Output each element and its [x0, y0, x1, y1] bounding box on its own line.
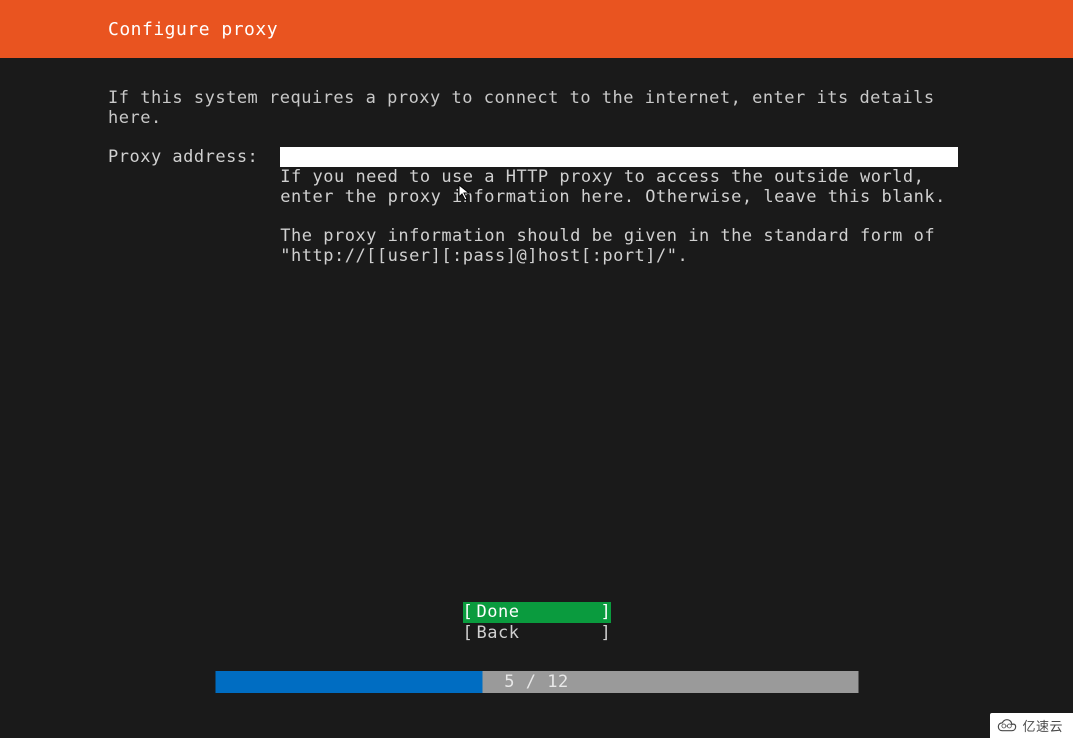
progress-text: 5 / 12 [504, 672, 568, 692]
watermark-text: 亿速云 [1022, 716, 1063, 735]
back-button[interactable]: [ Back ] [463, 623, 611, 643]
progress-bar: 5 / 12 [215, 671, 858, 693]
watermark: 亿速云 [990, 713, 1073, 738]
content-area: If this system requires a proxy to conne… [0, 58, 1073, 266]
proxy-field-right: If you need to use a HTTP proxy to acces… [280, 147, 965, 267]
proxy-help-text-2: The proxy information should be given in… [280, 226, 965, 267]
header-bar: Configure proxy [0, 0, 1073, 58]
page-title: Configure proxy [108, 19, 278, 40]
proxy-help-text-1: If you need to use a HTTP proxy to acces… [280, 167, 965, 208]
proxy-address-input[interactable] [280, 147, 958, 167]
bracket-left-icon: [ [463, 623, 473, 643]
bracket-left-icon: [ [463, 602, 473, 622]
proxy-address-label: Proxy address: [108, 147, 280, 167]
back-button-label: Back [473, 623, 601, 643]
done-button[interactable]: [ Done ] [463, 602, 611, 622]
proxy-field-row: Proxy address: If you need to use a HTTP… [108, 147, 965, 267]
watermark-cloud-icon [996, 718, 1018, 734]
instruction-text: If this system requires a proxy to conne… [108, 88, 965, 129]
buttons-area: [ Done ] [ Back ] [0, 602, 1073, 643]
bracket-right-icon: ] [601, 602, 611, 622]
bracket-right-icon: ] [601, 623, 611, 643]
done-button-label: Done [473, 602, 601, 622]
progress-fill [215, 671, 483, 693]
